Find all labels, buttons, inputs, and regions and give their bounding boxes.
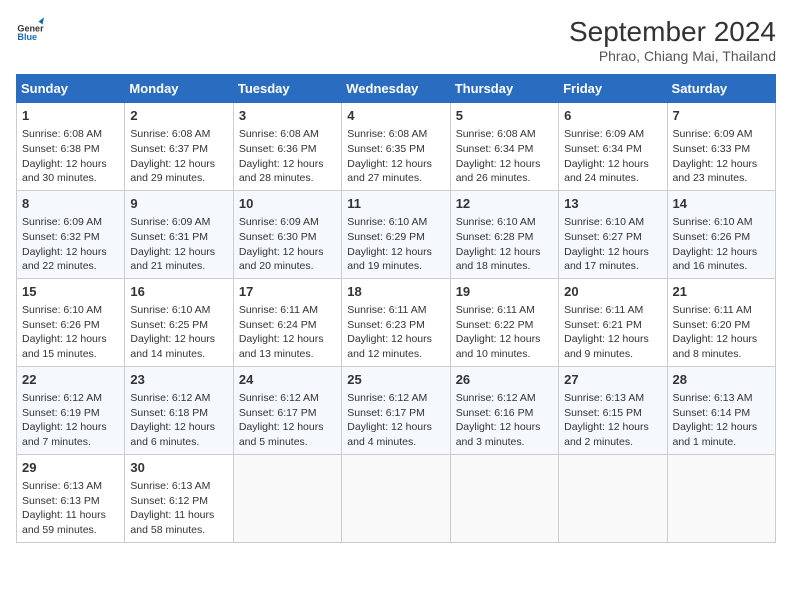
- table-row: 22 Sunrise: 6:12 AMSunset: 6:19 PMDaylig…: [17, 366, 125, 454]
- table-row: [233, 454, 341, 542]
- table-row: [559, 454, 667, 542]
- calendar-week-4: 22 Sunrise: 6:12 AMSunset: 6:19 PMDaylig…: [17, 366, 776, 454]
- table-row: 11 Sunrise: 6:10 AMSunset: 6:29 PMDaylig…: [342, 190, 450, 278]
- table-row: 29 Sunrise: 6:13 AMSunset: 6:13 PMDaylig…: [17, 454, 125, 542]
- table-row: 12 Sunrise: 6:10 AMSunset: 6:28 PMDaylig…: [450, 190, 558, 278]
- table-row: 18 Sunrise: 6:11 AMSunset: 6:23 PMDaylig…: [342, 278, 450, 366]
- table-row: 25 Sunrise: 6:12 AMSunset: 6:17 PMDaylig…: [342, 366, 450, 454]
- col-friday: Friday: [559, 75, 667, 103]
- table-row: 4 Sunrise: 6:08 AMSunset: 6:35 PMDayligh…: [342, 103, 450, 191]
- table-row: 5 Sunrise: 6:08 AMSunset: 6:34 PMDayligh…: [450, 103, 558, 191]
- table-row: 20 Sunrise: 6:11 AMSunset: 6:21 PMDaylig…: [559, 278, 667, 366]
- table-row: 14 Sunrise: 6:10 AMSunset: 6:26 PMDaylig…: [667, 190, 775, 278]
- table-row: [450, 454, 558, 542]
- table-row: 1 Sunrise: 6:08 AMSunset: 6:38 PMDayligh…: [17, 103, 125, 191]
- calendar-week-2: 8 Sunrise: 6:09 AMSunset: 6:32 PMDayligh…: [17, 190, 776, 278]
- calendar-week-5: 29 Sunrise: 6:13 AMSunset: 6:13 PMDaylig…: [17, 454, 776, 542]
- table-row: 27 Sunrise: 6:13 AMSunset: 6:15 PMDaylig…: [559, 366, 667, 454]
- table-row: [342, 454, 450, 542]
- table-row: 2 Sunrise: 6:08 AMSunset: 6:37 PMDayligh…: [125, 103, 233, 191]
- table-row: 10 Sunrise: 6:09 AMSunset: 6:30 PMDaylig…: [233, 190, 341, 278]
- table-row: 19 Sunrise: 6:11 AMSunset: 6:22 PMDaylig…: [450, 278, 558, 366]
- table-row: 9 Sunrise: 6:09 AMSunset: 6:31 PMDayligh…: [125, 190, 233, 278]
- table-row: 8 Sunrise: 6:09 AMSunset: 6:32 PMDayligh…: [17, 190, 125, 278]
- table-row: 28 Sunrise: 6:13 AMSunset: 6:14 PMDaylig…: [667, 366, 775, 454]
- table-row: 24 Sunrise: 6:12 AMSunset: 6:17 PMDaylig…: [233, 366, 341, 454]
- page-header: General Blue September 2024 Phrao, Chian…: [16, 16, 776, 64]
- table-row: [667, 454, 775, 542]
- table-row: 26 Sunrise: 6:12 AMSunset: 6:16 PMDaylig…: [450, 366, 558, 454]
- calendar-week-1: 1 Sunrise: 6:08 AMSunset: 6:38 PMDayligh…: [17, 103, 776, 191]
- col-saturday: Saturday: [667, 75, 775, 103]
- col-wednesday: Wednesday: [342, 75, 450, 103]
- col-tuesday: Tuesday: [233, 75, 341, 103]
- table-row: 16 Sunrise: 6:10 AMSunset: 6:25 PMDaylig…: [125, 278, 233, 366]
- table-row: 7 Sunrise: 6:09 AMSunset: 6:33 PMDayligh…: [667, 103, 775, 191]
- page-title: September 2024: [569, 16, 776, 48]
- logo-icon: General Blue: [16, 16, 44, 44]
- table-row: 15 Sunrise: 6:10 AMSunset: 6:26 PMDaylig…: [17, 278, 125, 366]
- svg-text:Blue: Blue: [17, 32, 37, 42]
- table-row: 13 Sunrise: 6:10 AMSunset: 6:27 PMDaylig…: [559, 190, 667, 278]
- calendar-table: Sunday Monday Tuesday Wednesday Thursday…: [16, 74, 776, 543]
- header-row: Sunday Monday Tuesday Wednesday Thursday…: [17, 75, 776, 103]
- table-row: 6 Sunrise: 6:09 AMSunset: 6:34 PMDayligh…: [559, 103, 667, 191]
- table-row: 3 Sunrise: 6:08 AMSunset: 6:36 PMDayligh…: [233, 103, 341, 191]
- title-block: September 2024 Phrao, Chiang Mai, Thaila…: [569, 16, 776, 64]
- table-row: 23 Sunrise: 6:12 AMSunset: 6:18 PMDaylig…: [125, 366, 233, 454]
- table-row: 21 Sunrise: 6:11 AMSunset: 6:20 PMDaylig…: [667, 278, 775, 366]
- col-thursday: Thursday: [450, 75, 558, 103]
- logo: General Blue: [16, 16, 44, 44]
- col-monday: Monday: [125, 75, 233, 103]
- col-sunday: Sunday: [17, 75, 125, 103]
- table-row: 17 Sunrise: 6:11 AMSunset: 6:24 PMDaylig…: [233, 278, 341, 366]
- table-row: 30 Sunrise: 6:13 AMSunset: 6:12 PMDaylig…: [125, 454, 233, 542]
- page-subtitle: Phrao, Chiang Mai, Thailand: [569, 48, 776, 64]
- calendar-week-3: 15 Sunrise: 6:10 AMSunset: 6:26 PMDaylig…: [17, 278, 776, 366]
